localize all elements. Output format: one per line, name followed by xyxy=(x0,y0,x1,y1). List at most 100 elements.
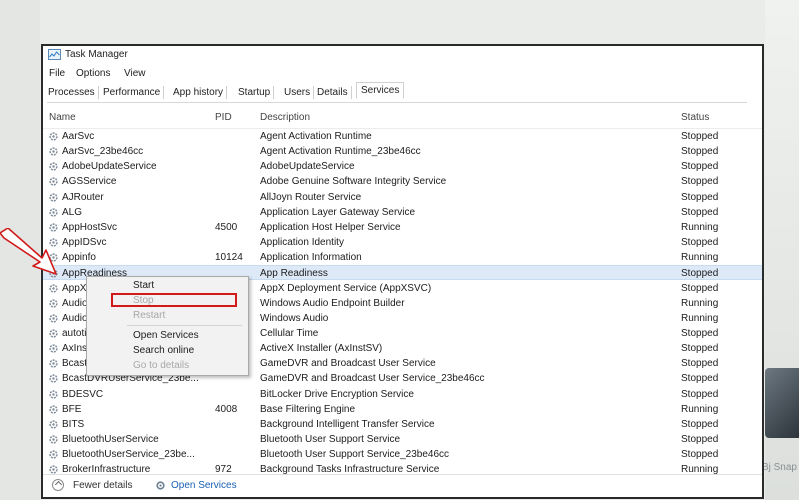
header-name[interactable]: Name xyxy=(49,112,76,123)
fewer-details-chevron-icon[interactable] xyxy=(52,479,64,491)
tab-services[interactable]: Services xyxy=(356,82,405,99)
service-description: Agent Activation Runtime_23be46cc xyxy=(260,146,421,158)
service-gear-icon xyxy=(49,147,58,156)
table-row[interactable]: BITS Background Intelligent Transfer Serv… xyxy=(43,417,762,432)
service-description: Bluetooth User Support Service xyxy=(260,434,401,445)
service-description: Base Filtering Engine xyxy=(260,403,356,415)
header-description[interactable]: Description xyxy=(260,112,310,123)
table-row[interactable]: BluetoothUserService Bluetooth User Suppo… xyxy=(43,432,762,447)
table-row[interactable]: AppIDSvc Application Identity Stopped xyxy=(43,235,762,250)
service-name: AdobeUpdateService xyxy=(62,161,157,173)
tab-startup[interactable]: Startup xyxy=(238,86,275,99)
context-menu-start[interactable]: Start xyxy=(133,280,154,291)
service-status: Stopped xyxy=(681,146,719,158)
service-name: BluetoothUserService_23be... xyxy=(62,449,195,461)
table-row[interactable]: Appinfo 10124 Application Information Runni… xyxy=(43,250,762,265)
table-row[interactable]: BDESVC BitLocker Drive Encryption Service… xyxy=(43,387,762,402)
tab-performance[interactable]: Performance xyxy=(103,86,165,99)
service-description: Windows Audio Endpoint Builder xyxy=(260,297,405,309)
service-gear-icon xyxy=(49,162,58,171)
service-gear-icon xyxy=(49,208,58,217)
menu-bar: File Options View xyxy=(43,66,762,82)
red-arrow-annotation-icon xyxy=(0,228,57,275)
context-menu-restart[interactable]: Restart xyxy=(133,310,165,321)
service-status: Stopped xyxy=(681,449,719,461)
tab-users[interactable]: Users xyxy=(284,86,315,99)
service-status: Stopped xyxy=(681,434,719,445)
service-status: Running xyxy=(681,312,719,324)
service-status: Running xyxy=(681,403,719,415)
service-gear-icon xyxy=(49,435,58,444)
menu-view[interactable]: View xyxy=(124,68,146,79)
table-row[interactable]: AJRouter AllJoyn Router Service Stopped xyxy=(43,190,762,205)
service-description: Application Layer Gateway Service xyxy=(260,206,416,218)
service-status: Stopped xyxy=(681,206,719,218)
service-status: Stopped xyxy=(681,373,719,385)
service-name: AJRouter xyxy=(62,191,104,203)
background-thumbnail xyxy=(765,368,799,438)
service-description: Application Identity xyxy=(260,237,344,249)
context-menu-open-services[interactable]: Open Services xyxy=(133,330,199,341)
context-menu-go-to-details[interactable]: Go to details xyxy=(133,360,189,371)
menu-file[interactable]: File xyxy=(49,68,65,79)
service-pid: 4500 xyxy=(215,221,238,233)
open-services-link[interactable]: Open Services xyxy=(171,480,237,491)
tab-app-history[interactable]: App history xyxy=(173,86,228,99)
service-gear-icon xyxy=(49,298,58,308)
service-status: Stopped xyxy=(681,388,719,400)
service-description: Application Information xyxy=(260,252,362,264)
service-pid: 10124 xyxy=(215,252,243,264)
table-row[interactable]: BluetoothUserService_23be... Bluetooth Us… xyxy=(43,447,762,462)
service-status: Stopped xyxy=(681,418,719,430)
table-row[interactable]: AarSvc_23be46cc Agent Activation Runtime_… xyxy=(43,144,762,159)
table-row[interactable]: BFE 4008 Base Filtering Engine Running xyxy=(43,402,762,417)
service-gear-icon xyxy=(49,359,58,368)
service-status: Stopped xyxy=(681,282,719,294)
service-description: AllJoyn Router Service xyxy=(260,191,362,203)
service-gear-icon xyxy=(49,420,58,429)
footer-bar: Fewer details Open Services xyxy=(43,474,762,497)
service-gear-icon xyxy=(49,329,58,338)
service-description: GameDVR and Broadcast User Service_23be4… xyxy=(260,373,485,385)
service-status: Stopped xyxy=(681,131,719,142)
watermark-text: Bj Snap xyxy=(761,462,797,473)
service-gear-icon xyxy=(49,405,58,414)
table-row[interactable]: AppHostSvc 4500 Application Host Helper Se… xyxy=(43,220,762,235)
service-description: Windows Audio xyxy=(260,312,329,324)
service-name: AarSvc xyxy=(62,131,95,142)
service-gear-icon xyxy=(49,132,58,141)
header-pid[interactable]: PID xyxy=(215,112,232,123)
service-status: Running xyxy=(681,221,719,233)
service-gear-icon xyxy=(49,344,58,353)
context-menu-search-online[interactable]: Search online xyxy=(133,345,194,356)
table-row[interactable]: AGSService Adobe Genuine Software Integri… xyxy=(43,174,762,189)
service-pid: 4008 xyxy=(215,403,238,415)
service-description: Application Host Helper Service xyxy=(260,221,401,233)
service-status: Running xyxy=(681,252,719,264)
service-description: BitLocker Drive Encryption Service xyxy=(260,388,414,400)
service-gear-icon xyxy=(49,314,58,323)
table-row[interactable]: AarSvc Agent Activation Runtime Stopped xyxy=(43,129,762,144)
menu-options[interactable]: Options xyxy=(76,68,110,79)
service-description: Bluetooth User Support Service_23be46cc xyxy=(260,449,450,461)
stop-highlight-box xyxy=(111,293,237,307)
service-gear-icon xyxy=(49,192,58,202)
service-name: BluetoothUserService xyxy=(62,434,159,445)
task-manager-icon xyxy=(48,49,61,60)
service-name: BDESVC xyxy=(62,388,104,400)
table-row[interactable]: ALG Application Layer Gateway Service Stop… xyxy=(43,205,762,220)
context-menu-divider xyxy=(127,325,242,326)
fewer-details-link[interactable]: Fewer details xyxy=(73,480,132,491)
table-row[interactable]: AdobeUpdateService AdobeUpdateService Stop… xyxy=(43,159,762,174)
service-status: Stopped xyxy=(681,176,719,188)
column-headers: Name PID Description Status xyxy=(43,112,762,126)
service-description: ActiveX Installer (AxInstSV) xyxy=(260,343,383,355)
service-description: AppX Deployment Service (AppXSVC) xyxy=(260,282,432,294)
tab-details[interactable]: Details xyxy=(317,86,352,99)
service-name: BITS xyxy=(62,418,85,430)
tab-processes[interactable]: Processes xyxy=(48,86,99,99)
header-status[interactable]: Status xyxy=(681,112,709,123)
service-status: Stopped xyxy=(681,358,719,370)
context-menu: Start Stop Restart Open Services Search … xyxy=(86,276,249,376)
service-status: Stopped xyxy=(681,268,719,280)
